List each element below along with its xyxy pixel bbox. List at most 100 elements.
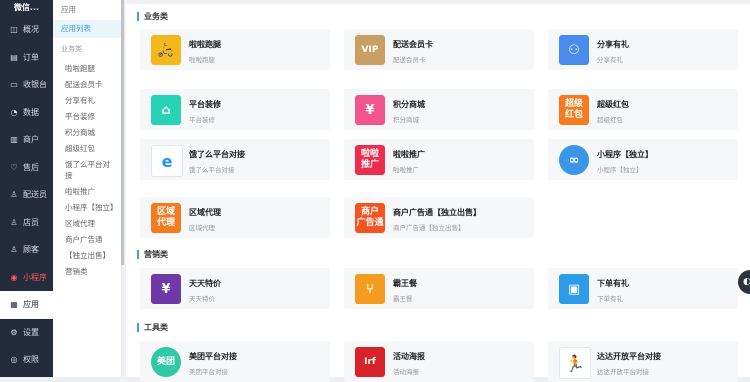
nav-item-label: 小程序: [23, 272, 47, 282]
app-card[interactable]: ¥ 天天特价 天天特价: [140, 268, 330, 309]
app-card-name: 饿了么平台对接: [189, 150, 245, 159]
region-agent-icon: 区域 代理: [151, 203, 181, 233]
app-card[interactable]: 商户 广告通 商户广告通【独立出售】 商户广告通【独立出售】: [344, 197, 534, 238]
app-card[interactable]: ⌂ 平台装修 平台装修: [140, 89, 330, 130]
app-card-desc: 下单有礼: [597, 295, 623, 303]
app-card[interactable]: 啦啦 推广 啦啦推广 啦啦推广: [344, 139, 534, 180]
overview-icon: ◫: [10, 25, 18, 35]
submenu-scrollbar[interactable]: [121, 0, 124, 265]
eleme-icon: e: [151, 145, 183, 177]
app-card-desc: 达达开放平台对接: [597, 368, 649, 376]
nav-item-label: 商户: [23, 135, 39, 145]
app-card-desc: 霸王餐: [393, 295, 413, 303]
app-card[interactable]: 超级 红包 超级红包 超级红包: [548, 89, 738, 130]
app-card-name: 配送会员卡: [393, 40, 433, 49]
nav-item-permission[interactable]: ◎ 权限: [0, 346, 53, 374]
app-card-desc: 积分商城: [393, 116, 419, 124]
share-gift-icon: ⚇: [559, 35, 589, 65]
nav-item-customer[interactable]: ♙ 顾客: [0, 236, 53, 264]
app-card[interactable]: VIP 配送会员卡 配送会员卡: [344, 29, 534, 70]
app-card-name: 区域代理: [189, 208, 221, 217]
nav-item-aftersale[interactable]: ♡ 售后: [0, 154, 53, 182]
merchant-icon: ▥: [10, 135, 18, 145]
app-card[interactable]: ∞ 小程序【独立】 小程序【独立】: [548, 139, 738, 180]
app-card-name: 商户广告通【独立出售】: [393, 208, 481, 217]
app-card-desc: 饿了么平台对接: [189, 166, 235, 174]
nav-item-courier[interactable]: ♙ 配送员: [0, 181, 53, 209]
submenu-group-business: 业务类: [61, 45, 82, 53]
app-card[interactable]: ▣ 下单有礼 下单有礼: [548, 268, 738, 309]
app-card[interactable]: 区域 代理 区域代理 区域代理: [140, 197, 330, 238]
brand-title: 微信...: [13, 3, 40, 12]
main-nav: 微信... ◫ 概况 ▤ 订单 ▭ 收银台 ◔ 数据 ▥ 商户 ♡ 售后 ♙ 配送员 ♙ 店员 ♙ 顾客 ◉ 小程序 ▦…: [0, 0, 53, 377]
app-card-name: 霸王餐: [393, 279, 417, 288]
submenu-item-app-list[interactable]: 应用列表: [53, 20, 121, 38]
app-card-name: 平台装修: [189, 100, 221, 109]
section-title: 工具类: [137, 323, 168, 332]
nav-item-data[interactable]: ◔ 数据: [0, 99, 53, 127]
submenu-item[interactable]: 超级红包: [53, 143, 121, 154]
poster-icon: Irf: [355, 347, 385, 377]
app-card[interactable]: e 饿了么平台对接 饿了么平台对接: [140, 139, 330, 180]
submenu-item[interactable]: 商户广告通: [53, 234, 121, 245]
nav-item-clerk[interactable]: ♙ 店员: [0, 209, 53, 237]
nav-item-label: 应用: [23, 300, 39, 310]
nav-item-settings[interactable]: ⚙ 设置: [0, 319, 53, 347]
vip-card-icon: VIP: [355, 35, 385, 65]
nav-item-label: 顾客: [23, 245, 39, 255]
app-card-desc: 平台装修: [189, 116, 215, 124]
cashier-icon: ▭: [10, 80, 18, 90]
submenu-item[interactable]: 平台装修: [53, 111, 121, 122]
submenu-item[interactable]: 分享有礼: [53, 95, 121, 106]
points-mall-icon: ¥: [355, 95, 385, 125]
nav-item-merchant[interactable]: ▥ 商户: [0, 126, 53, 154]
app-card-name: 小程序【独立】: [597, 150, 653, 159]
app-card-name: 啦啦推广: [393, 150, 425, 159]
errand-icon: 🛵: [151, 35, 181, 65]
app-card-name: 达达开放平台对接: [597, 352, 661, 361]
app-card[interactable]: 🛵 啦啦跑腿 啦啦跑腿: [140, 29, 330, 70]
app-card-name: 分享有礼: [597, 40, 629, 49]
submenu-item[interactable]: 配送会员卡: [53, 79, 121, 90]
free-meal-icon: ⑂: [355, 274, 385, 304]
app-card[interactable]: ⑂ 霸王餐 霸王餐: [344, 268, 534, 309]
app-card-desc: 配送会员卡: [393, 56, 426, 64]
nav-item-apps[interactable]: ▦ 应用: [0, 291, 53, 319]
app-card[interactable]: ⚇ 分享有礼 分享有礼: [548, 29, 738, 70]
nav-item-label: 售后: [23, 162, 39, 172]
app-card-name: 天天特价: [189, 279, 221, 288]
nav-item-label: 概况: [23, 25, 39, 35]
app-card-desc: 啦啦跑腿: [189, 56, 215, 64]
section-title: 营销类: [137, 250, 168, 259]
nav-item-label: 配送员: [23, 190, 47, 200]
aftersale-icon: ♡: [10, 162, 18, 172]
app-card[interactable]: Irf 活动海报 活动海报: [344, 341, 534, 382]
submenu-item[interactable]: 营销类: [53, 266, 121, 277]
nav-item-order[interactable]: ▤ 订单: [0, 44, 53, 72]
order-gift-icon: ▣: [559, 274, 589, 304]
dada-icon: 🏃: [559, 347, 591, 379]
submenu-item[interactable]: 【独立出售】: [53, 250, 121, 261]
nav-item-label: 权限: [23, 355, 39, 365]
app-card-desc: 天天特价: [189, 295, 215, 303]
app-card-desc: 超级红包: [597, 116, 623, 124]
submenu-item[interactable]: 区域代理: [53, 218, 121, 229]
submenu-item[interactable]: 饿了么平台对接: [53, 159, 121, 181]
app-card-desc: 商户广告通【独立出售】: [393, 224, 465, 232]
submenu: 应用 应用列表 业务类 啦啦跑腿 配送会员卡 分享有礼 平台装修 积分商城 超级红包 饿了么…: [53, 0, 122, 377]
app-card[interactable]: 美团 美团平台对接 美团平台对接: [140, 341, 330, 382]
app-card-name: 活动海报: [393, 352, 425, 361]
section-title: 业务类: [137, 12, 168, 21]
submenu-item[interactable]: 积分商城: [53, 127, 121, 138]
submenu-item[interactable]: 小程序【独立】: [53, 202, 121, 213]
submenu-item[interactable]: 啦啦推广: [53, 186, 121, 197]
app-card[interactable]: 🏃 达达开放平台对接 达达开放平台对接: [548, 341, 738, 382]
nav-item-miniapp[interactable]: ◉ 小程序: [0, 264, 53, 292]
apps-icon: ▦: [10, 300, 18, 310]
nav-item-cashier[interactable]: ▭ 收银台: [0, 71, 53, 99]
app-card[interactable]: ¥ 积分商城 积分商城: [344, 89, 534, 130]
chat-icon: ◐: [743, 277, 750, 287]
submenu-item[interactable]: 啦啦跑腿: [53, 63, 121, 74]
app-card-desc: 区域代理: [189, 224, 215, 232]
nav-item-overview[interactable]: ◫ 概况: [0, 16, 53, 44]
